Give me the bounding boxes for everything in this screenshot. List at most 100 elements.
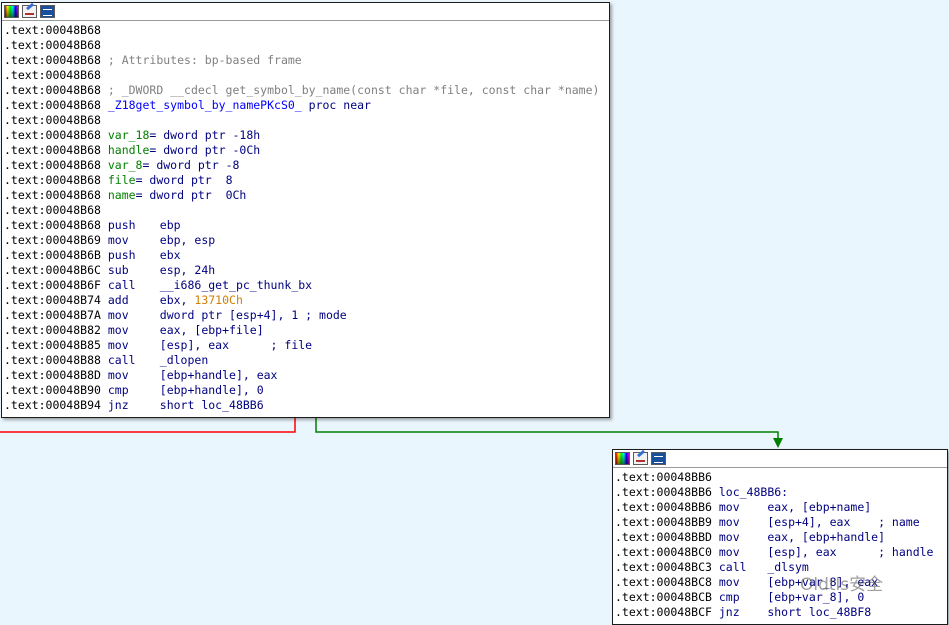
operands[interactable]: ebp, esp: [160, 233, 215, 247]
code-line[interactable]: .text:00048B68 name= dword ptr 0Ch: [4, 188, 609, 203]
operands[interactable]: eax, [ebp+handle]: [767, 530, 885, 544]
code-block-get-symbol-by-name[interactable]: .text:00048B68 .text:00048B68 .text:0004…: [1, 2, 610, 418]
code-line[interactable]: .text:00048B68 var_18= dword ptr -18h: [4, 128, 609, 143]
code-line[interactable]: .text:00048B68: [4, 203, 609, 218]
code-line[interactable]: .text:00048BCF jnz short loc_48BF8: [615, 605, 947, 620]
address: .text:00048B94: [4, 398, 108, 412]
code-line[interactable]: .text:00048BB6 mov eax, [ebp+name]: [615, 500, 947, 515]
operands[interactable]: ebx,: [160, 293, 195, 307]
mnemonic: add: [107, 293, 129, 307]
code-line[interactable]: .text:00048B68 _Z18get_symbol_by_namePKc…: [4, 98, 609, 113]
address: .text:00048B88: [4, 353, 108, 367]
address: .text:00048B68: [4, 143, 108, 157]
operands[interactable]: dword ptr [esp+4], 1 ; mode: [160, 308, 347, 322]
location-label[interactable]: loc_48BB6:: [719, 485, 788, 499]
operands[interactable]: eax, [ebp+file]: [160, 323, 264, 337]
address: .text:00048BB9: [615, 515, 719, 529]
operands[interactable]: ebp: [160, 218, 181, 232]
code-line[interactable]: .text:00048B6F call __i686_get_pc_thunk_b…: [4, 278, 609, 293]
address: .text:00048B68: [4, 158, 108, 172]
code-block-loc-48bb6[interactable]: .text:00048BB6 .text:00048BB6 loc_48BB6:…: [612, 449, 948, 625]
operands[interactable]: __i686_get_pc_thunk_bx: [160, 278, 312, 292]
operands[interactable]: [esp], eax ; file: [160, 338, 312, 352]
variable-definition: = dword ptr -0Ch: [149, 143, 261, 157]
code-line[interactable]: .text:00048B94 jnz short loc_48BB6: [4, 398, 609, 413]
true-branch-edge[interactable]: [315, 417, 779, 442]
code-line[interactable]: .text:00048B68 handle= dword ptr -0Ch: [4, 143, 609, 158]
mnemonic: call: [107, 353, 136, 367]
code-line[interactable]: .text:00048BB9 mov [esp+4], eax ; name: [615, 515, 947, 530]
edit-node-icon[interactable]: [22, 5, 37, 18]
code-line[interactable]: .text:00048B90 cmp [ebp+handle], 0: [4, 383, 609, 398]
address: .text:00048B8D: [4, 368, 108, 382]
code-line[interactable]: .text:00048B6C sub esp, 24h: [4, 263, 609, 278]
address: .text:00048B68: [4, 98, 108, 112]
mnemonic: mov: [718, 515, 740, 529]
color-palette-icon[interactable]: [4, 5, 19, 18]
false-branch-edge[interactable]: [0, 417, 296, 433]
code-line[interactable]: .text:00048B6B push ebx: [4, 248, 609, 263]
code-line[interactable]: .text:00048B68: [4, 38, 609, 53]
address: .text:00048B68: [4, 83, 108, 97]
address: .text:00048BB6: [615, 470, 719, 484]
mnemonic: mov: [107, 338, 129, 352]
address: .text:00048B68: [4, 188, 108, 202]
mnemonic: jnz: [718, 605, 740, 619]
code-line[interactable]: .text:00048BBD mov eax, [ebp+handle]: [615, 530, 947, 545]
stack-variable[interactable]: handle: [108, 143, 150, 157]
block-toolbar: [613, 450, 947, 468]
code-line[interactable]: .text:00048BCB cmp [ebp+var_8], 0: [615, 590, 947, 605]
code-line[interactable]: .text:00048BC0 mov [esp], eax ; handle: [615, 545, 947, 560]
code-line[interactable]: .text:00048B74 add ebx, 13710Ch: [4, 293, 609, 308]
operands[interactable]: [esp+4], eax ; name: [767, 515, 919, 529]
code-line[interactable]: .text:00048B68 var_8= dword ptr -8: [4, 158, 609, 173]
graph-overview-icon[interactable]: [651, 452, 666, 465]
disassembly-listing[interactable]: .text:00048B68 .text:00048B68 .text:0004…: [2, 21, 609, 413]
address: .text:00048BCF: [615, 605, 719, 619]
block-toolbar: [2, 3, 609, 21]
code-line[interactable]: .text:00048B69 mov ebp, esp: [4, 233, 609, 248]
code-line[interactable]: .text:00048B82 mov eax, [ebp+file]: [4, 323, 609, 338]
operands[interactable]: esp, 24h: [160, 263, 215, 277]
operands[interactable]: [ebp+handle], eax: [160, 368, 278, 382]
address: .text:00048B68: [4, 173, 108, 187]
operands[interactable]: _dlopen: [160, 353, 208, 367]
mnemonic: mov: [107, 323, 129, 337]
graph-overview-icon[interactable]: [40, 5, 55, 18]
code-line[interactable]: .text:00048BB6 loc_48BB6:: [615, 485, 947, 500]
operands[interactable]: [ebp+handle], 0: [160, 383, 264, 397]
edit-node-icon[interactable]: [633, 452, 648, 465]
operands[interactable]: [esp], eax ; handle: [767, 545, 933, 559]
mnemonic: mov: [718, 500, 740, 514]
operands[interactable]: eax, [ebp+name]: [767, 500, 871, 514]
address: .text:00048B90: [4, 383, 108, 397]
code-line[interactable]: .text:00048B8D mov [ebp+handle], eax: [4, 368, 609, 383]
code-line[interactable]: .text:00048B68: [4, 113, 609, 128]
color-palette-icon[interactable]: [615, 452, 630, 465]
code-line[interactable]: .text:00048B68 ; _DWORD __cdecl get_symb…: [4, 83, 609, 98]
address: .text:00048B74: [4, 293, 108, 307]
function-name[interactable]: _Z18get_symbol_by_namePKcS0_: [108, 98, 302, 112]
code-line[interactable]: .text:00048B68: [4, 23, 609, 38]
stack-variable[interactable]: var_8: [108, 158, 143, 172]
operands[interactable]: ebx: [160, 248, 181, 262]
address: .text:00048B7A: [4, 308, 108, 322]
operands[interactable]: short loc_48BB6: [160, 398, 264, 412]
stack-variable[interactable]: var_18: [108, 128, 150, 142]
operands[interactable]: short loc_48BF8: [767, 605, 871, 619]
code-line[interactable]: .text:00048BC3 call _dlsym: [615, 560, 947, 575]
disassembly-listing[interactable]: .text:00048BB6 .text:00048BB6 loc_48BB6:…: [613, 468, 947, 620]
code-line[interactable]: .text:00048B88 call _dlopen: [4, 353, 609, 368]
code-line[interactable]: .text:00048BC8 mov [ebp+var_8], eax: [615, 575, 947, 590]
code-line[interactable]: .text:00048B68 push ebp: [4, 218, 609, 233]
address: .text:00048B68: [4, 128, 108, 142]
code-line[interactable]: .text:00048BB6: [615, 470, 947, 485]
stack-variable[interactable]: file: [108, 173, 136, 187]
code-line[interactable]: .text:00048B68 file= dword ptr 8: [4, 173, 609, 188]
code-line[interactable]: .text:00048B68: [4, 68, 609, 83]
code-line[interactable]: .text:00048B85 mov [esp], eax ; file: [4, 338, 609, 353]
address: .text:00048BB6: [615, 500, 719, 514]
stack-variable[interactable]: name: [108, 188, 136, 202]
code-line[interactable]: .text:00048B7A mov dword ptr [esp+4], 1 ;…: [4, 308, 609, 323]
code-line[interactable]: .text:00048B68 ; Attributes: bp-based fr…: [4, 53, 609, 68]
